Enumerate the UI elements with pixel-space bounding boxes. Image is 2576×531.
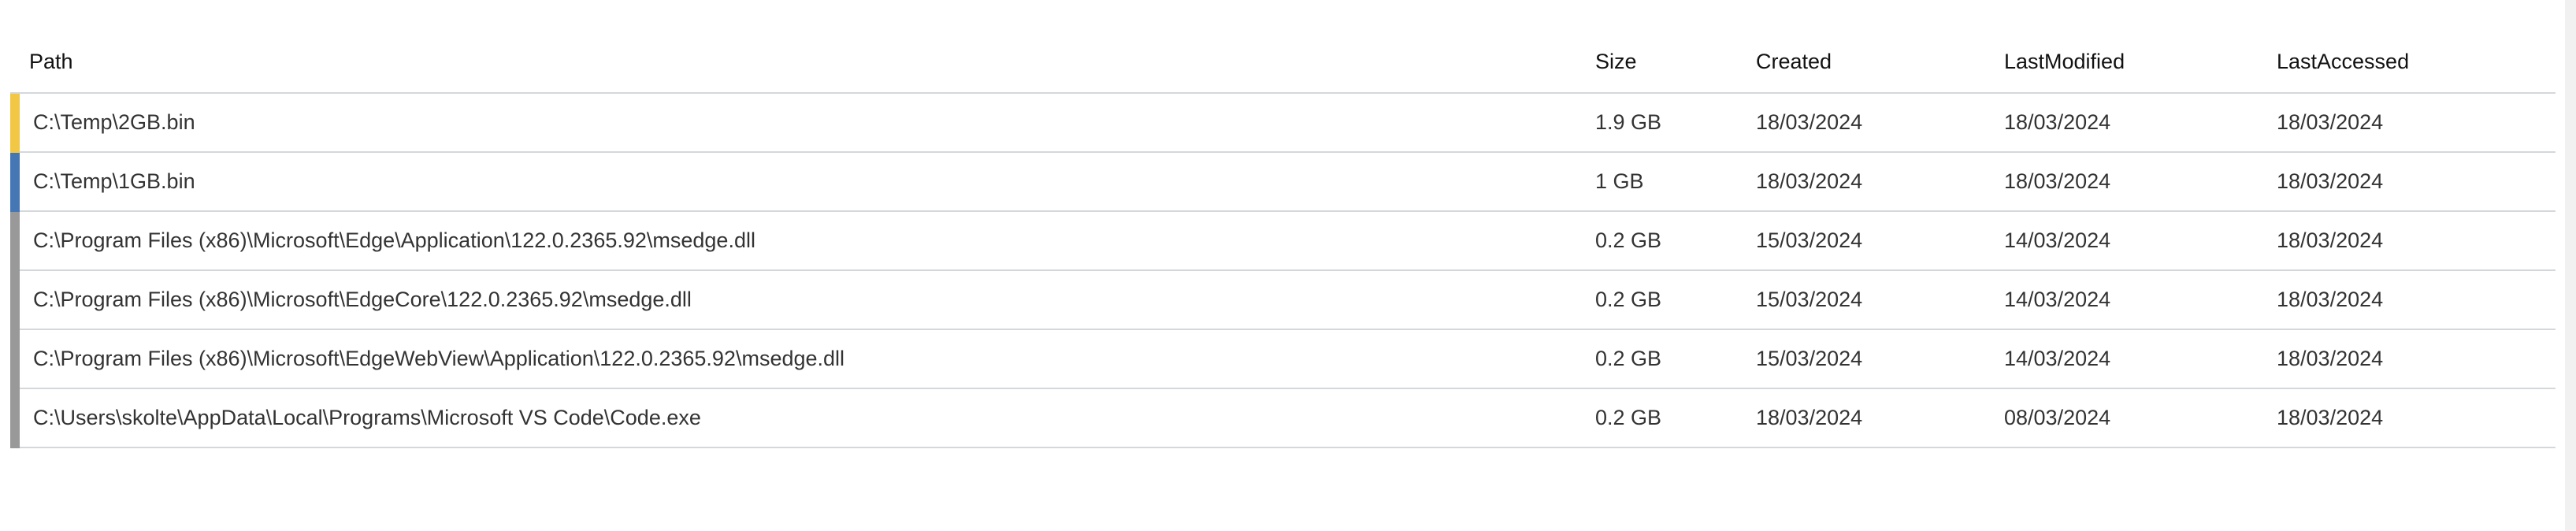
lastmodified-cell: 08/03/2024 bbox=[2004, 406, 2111, 429]
row-color-indicator bbox=[10, 330, 20, 389]
table-header: Path Size Created LastModified LastAcces… bbox=[10, 32, 2556, 94]
lastaccessed-cell: 18/03/2024 bbox=[2277, 406, 2384, 429]
created-cell: 18/03/2024 bbox=[1756, 406, 1863, 429]
row-color-indicator bbox=[10, 153, 20, 212]
lastaccessed-cell: 18/03/2024 bbox=[2277, 288, 2384, 311]
size-cell: 0.2 GB bbox=[1595, 406, 1662, 429]
row-color-indicator bbox=[10, 94, 20, 153]
path-cell: C:\Temp\1GB.bin bbox=[33, 169, 195, 193]
lastaccessed-cell: 18/03/2024 bbox=[2277, 228, 2384, 252]
path-cell: C:\Program Files (x86)\Microsoft\Edge\Ap… bbox=[33, 228, 755, 252]
path-cell: C:\Program Files (x86)\Microsoft\EdgeCor… bbox=[33, 288, 692, 311]
lastmodified-cell: 14/03/2024 bbox=[2004, 288, 2111, 311]
created-cell: 15/03/2024 bbox=[1756, 228, 1863, 252]
scrollbar[interactable] bbox=[2565, 0, 2576, 531]
lastaccessed-cell: 18/03/2024 bbox=[2277, 347, 2384, 370]
table-row[interactable]: C:\Program Files (x86)\Microsoft\Edge\Ap… bbox=[10, 212, 2556, 271]
table-row[interactable]: C:\Temp\2GB.bin 1.9 GB 18/03/2024 18/03/202… bbox=[10, 94, 2556, 153]
size-cell: 0.2 GB bbox=[1595, 347, 1662, 370]
files-table: Path Size Created LastModified LastAcces… bbox=[10, 32, 2556, 448]
path-cell: C:\Temp\2GB.bin bbox=[33, 110, 195, 134]
lastmodified-cell: 14/03/2024 bbox=[2004, 347, 2111, 370]
created-cell: 15/03/2024 bbox=[1756, 347, 1863, 370]
row-color-indicator bbox=[10, 212, 20, 271]
table-row[interactable]: C:\Users\skolte\AppData\Local\Programs\M… bbox=[10, 389, 2556, 448]
column-header-size[interactable]: Size bbox=[1595, 32, 1637, 92]
path-cell: C:\Users\skolte\AppData\Local\Programs\M… bbox=[33, 406, 701, 429]
column-header-lastaccessed[interactable]: LastAccessed bbox=[2277, 32, 2409, 92]
column-header-created[interactable]: Created bbox=[1756, 32, 1832, 92]
lastaccessed-cell: 18/03/2024 bbox=[2277, 110, 2384, 134]
row-color-indicator bbox=[10, 271, 20, 330]
size-cell: 0.2 GB bbox=[1595, 288, 1662, 311]
created-cell: 18/03/2024 bbox=[1756, 169, 1863, 193]
column-header-path[interactable]: Path bbox=[29, 32, 73, 92]
size-cell: 0.2 GB bbox=[1595, 228, 1662, 252]
lastmodified-cell: 18/03/2024 bbox=[2004, 110, 2111, 134]
table-row[interactable]: C:\Temp\1GB.bin 1 GB 18/03/2024 18/03/2024 1… bbox=[10, 153, 2556, 212]
lastaccessed-cell: 18/03/2024 bbox=[2277, 169, 2384, 193]
table-row[interactable]: C:\Program Files (x86)\Microsoft\EdgeCor… bbox=[10, 271, 2556, 330]
lastmodified-cell: 18/03/2024 bbox=[2004, 169, 2111, 193]
size-cell: 1.9 GB bbox=[1595, 110, 1662, 134]
row-color-indicator bbox=[10, 389, 20, 448]
column-header-lastmodified[interactable]: LastModified bbox=[2004, 32, 2125, 92]
table-row[interactable]: C:\Program Files (x86)\Microsoft\EdgeWeb… bbox=[10, 330, 2556, 389]
size-cell: 1 GB bbox=[1595, 169, 1644, 193]
path-cell: C:\Program Files (x86)\Microsoft\EdgeWeb… bbox=[33, 347, 845, 370]
lastmodified-cell: 14/03/2024 bbox=[2004, 228, 2111, 252]
created-cell: 15/03/2024 bbox=[1756, 288, 1863, 311]
created-cell: 18/03/2024 bbox=[1756, 110, 1863, 134]
